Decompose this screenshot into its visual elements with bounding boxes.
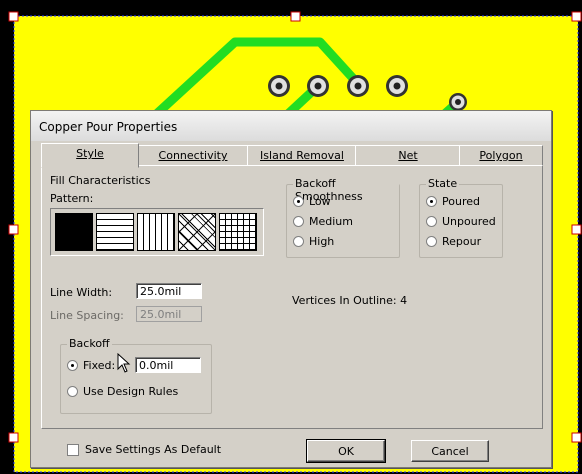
pattern-label: Pattern:	[50, 192, 94, 205]
pad[interactable]	[449, 93, 467, 111]
radio-selected-icon	[426, 196, 437, 207]
backoff-title: Backoff	[67, 337, 112, 350]
pad[interactable]	[347, 75, 369, 97]
pad[interactable]	[268, 75, 290, 97]
radio-selected-icon	[67, 360, 78, 371]
line-spacing-label: Line Spacing:	[50, 309, 124, 322]
selection-handle[interactable]	[8, 224, 19, 235]
smoothness-low-radio[interactable]: Low	[293, 195, 331, 208]
backoff-group: Backoff Fixed: 0.0mil Use Design Rules	[60, 337, 212, 414]
state-option-label: Repour	[442, 235, 482, 248]
state-option-label: Unpoured	[442, 215, 496, 228]
selection-handle[interactable]	[571, 224, 582, 235]
ok-button[interactable]: OK	[306, 439, 386, 463]
tab-connectivity[interactable]: Connectivity	[137, 145, 249, 166]
state-repour-radio[interactable]: Repour	[426, 235, 481, 248]
tab-style[interactable]: Style	[41, 143, 139, 168]
smoothness-high-radio[interactable]: High	[293, 235, 334, 248]
backoff-smoothness-group: Backoff Smoothness Low Medium High	[286, 177, 400, 258]
selection-handle[interactable]	[571, 11, 582, 22]
save-settings-default-label: Save Settings As Default	[85, 443, 222, 456]
fixed-radio[interactable]: Fixed:	[67, 359, 115, 372]
tab-label: Style	[76, 147, 104, 160]
radio-unselected-icon	[293, 236, 304, 247]
smoothness-option-label: High	[309, 235, 335, 248]
grid-pattern[interactable]	[219, 213, 257, 251]
state-title: State	[426, 177, 460, 190]
vertical-lines-pattern[interactable]	[137, 213, 175, 251]
horizontal-lines-pattern[interactable]	[96, 213, 134, 251]
vertices-in-outline-text: Vertices In Outline: 4	[292, 294, 408, 307]
smoothness-option-label: Low	[309, 195, 331, 208]
fixed-backoff-input[interactable]: 0.0mil	[135, 357, 201, 373]
checkbox-unchecked-icon	[67, 443, 79, 456]
state-group: State Poured Unpoured Repour	[419, 177, 503, 258]
cursor-arrow-icon	[117, 352, 131, 377]
pad[interactable]	[307, 75, 329, 97]
tab-strip: Style Connectivity Island Removal Net Po…	[41, 143, 543, 168]
save-settings-default-checkbox[interactable]: Save Settings As Default	[67, 443, 221, 456]
dialog-title: Copper Pour Properties	[39, 120, 178, 134]
radio-unselected-icon	[426, 236, 437, 247]
tab-label: Connectivity	[158, 149, 228, 162]
line-spacing-input[interactable]: 25.0mil	[136, 306, 202, 322]
tab-net[interactable]: Net	[355, 145, 461, 166]
line-width-input[interactable]: 25.0mil	[136, 283, 202, 299]
use-design-rules-radio[interactable]: Use Design Rules	[67, 385, 178, 398]
fixed-label: Fixed:	[83, 359, 116, 372]
state-option-label: Poured	[442, 195, 480, 208]
radio-unselected-icon	[426, 216, 437, 227]
pattern-selector	[50, 208, 264, 256]
smoothness-medium-radio[interactable]: Medium	[293, 215, 353, 228]
pad[interactable]	[386, 75, 408, 97]
diagonal-crosshatch-pattern[interactable]	[178, 213, 216, 251]
selection-handle[interactable]	[8, 432, 19, 443]
line-width-label: Line Width:	[50, 286, 113, 299]
radio-selected-icon	[293, 196, 304, 207]
copper-pour-dialog: Copper Pour Properties Style Connectivit…	[30, 110, 552, 468]
use-design-rules-label: Use Design Rules	[83, 385, 179, 398]
radio-unselected-icon	[67, 386, 78, 397]
tab-island-removal[interactable]: Island Removal	[247, 145, 357, 166]
tab-label: Island Removal	[260, 149, 344, 162]
solid-pattern[interactable]	[55, 213, 93, 251]
state-poured-radio[interactable]: Poured	[426, 195, 480, 208]
fill-characteristics-title: Fill Characteristics	[50, 174, 151, 187]
smoothness-option-label: Medium	[309, 215, 353, 228]
style-panel: Fill Characteristics Pattern: Line Width…	[41, 165, 543, 429]
selection-handle[interactable]	[571, 432, 582, 443]
tab-polygon[interactable]: Polygon	[459, 145, 543, 166]
selection-handle[interactable]	[290, 11, 301, 22]
tab-label: Polygon	[479, 149, 523, 162]
state-unpoured-radio[interactable]: Unpoured	[426, 215, 496, 228]
cancel-button[interactable]: Cancel	[411, 440, 489, 462]
tab-label: Net	[398, 149, 418, 162]
selection-handle[interactable]	[8, 11, 19, 22]
radio-unselected-icon	[293, 216, 304, 227]
dialog-titlebar[interactable]: Copper Pour Properties	[31, 111, 551, 141]
